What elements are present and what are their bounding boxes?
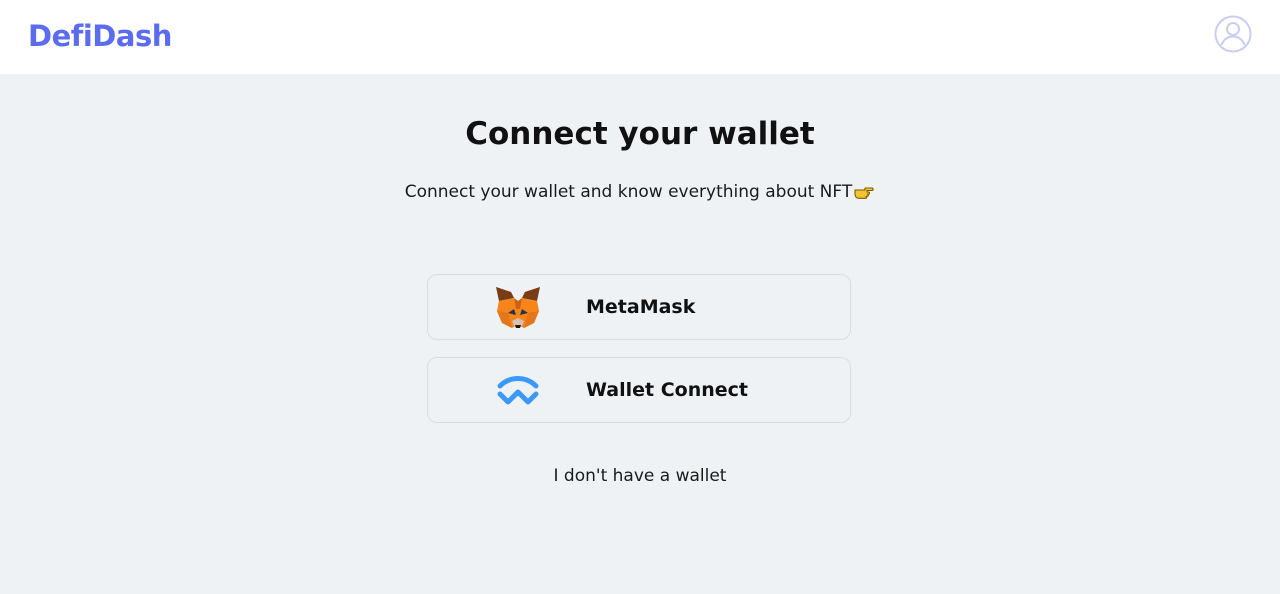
metamask-button[interactable]: MetaMask [427, 274, 851, 340]
page-title: Connect your wallet [465, 116, 815, 152]
user-profile-icon[interactable] [1213, 14, 1253, 54]
no-wallet-link[interactable]: I don't have a wallet [0, 464, 1280, 488]
pointing-hand-icon [853, 182, 875, 207]
walletconnect-button[interactable]: Wallet Connect [427, 357, 851, 423]
connect-wallet-panel: Connect your wallet Connect your wallet … [0, 74, 1280, 594]
subtitle-text: Connect your wallet and know everything … [404, 182, 853, 202]
metamask-label: MetaMask [586, 296, 696, 318]
app-logo[interactable]: DefiDash [28, 18, 172, 54]
walletconnect-label: Wallet Connect [586, 379, 748, 401]
page-subtitle: Connect your wallet and know everything … [0, 180, 1280, 207]
metamask-fox-icon [494, 285, 542, 331]
walletconnect-icon [494, 368, 542, 414]
top-header: DefiDash [0, 0, 1280, 74]
